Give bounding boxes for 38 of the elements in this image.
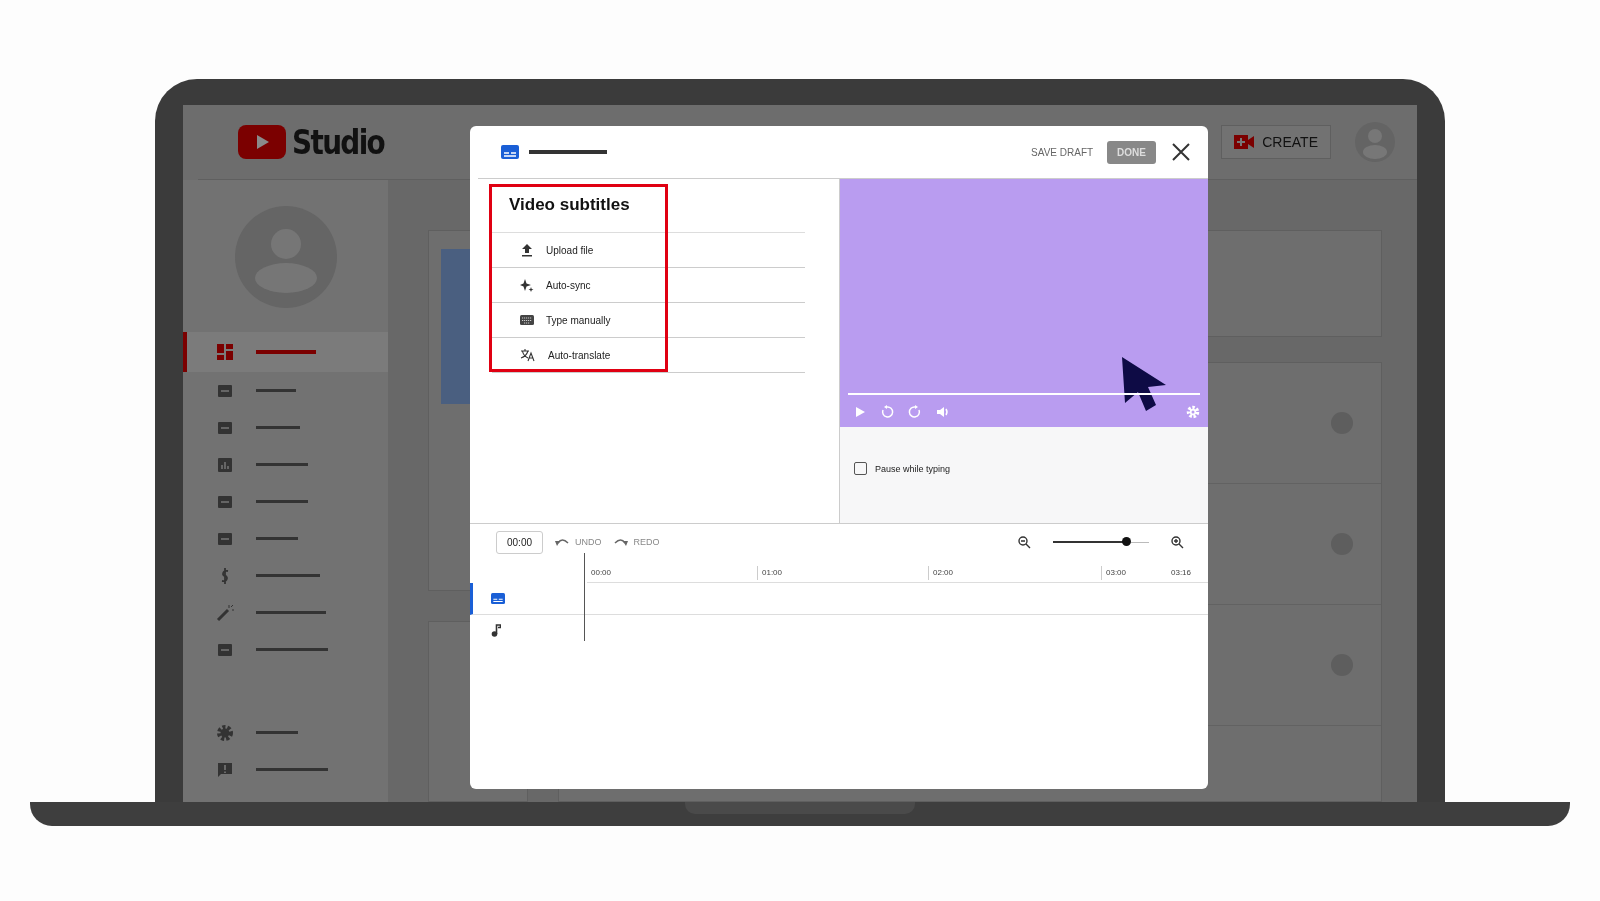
- undo-button[interactable]: UNDO: [555, 537, 602, 547]
- logo-text: Studio: [292, 122, 385, 162]
- volume-icon[interactable]: [936, 405, 950, 419]
- checkbox-label: Pause while typing: [875, 463, 951, 474]
- time-tick: 03:00: [1101, 566, 1127, 580]
- save-draft-button[interactable]: SAVE DRAFT: [1027, 142, 1098, 162]
- forward-icon[interactable]: [908, 405, 922, 419]
- redo-icon: [613, 537, 628, 547]
- upload-icon: [520, 243, 534, 257]
- feedback-icon: [216, 760, 234, 779]
- camera-plus-icon: [1234, 135, 1255, 149]
- close-icon[interactable]: [1172, 143, 1190, 161]
- time-tick: 02:00: [928, 566, 954, 580]
- settings-icon: [216, 723, 234, 742]
- pointer-icon: [1120, 355, 1168, 413]
- time-field[interactable]: 00:00: [496, 530, 544, 554]
- play-icon[interactable]: [854, 406, 866, 418]
- undo-icon: [555, 537, 570, 547]
- subtitles-icon: [501, 145, 519, 159]
- time-tick: 00:00: [590, 567, 612, 579]
- play-logo-icon: [238, 125, 286, 159]
- subtitles-icon: [491, 593, 505, 604]
- menu-title: Video subtitles: [509, 195, 630, 215]
- time-tick: 03:16: [1170, 567, 1192, 579]
- create-button[interactable]: CREATE: [1221, 125, 1331, 159]
- nav-item[interactable]: [183, 332, 388, 372]
- timeline-track[interactable]: [470, 583, 1208, 615]
- redo-button[interactable]: REDO: [613, 537, 660, 547]
- music-note-icon: [491, 624, 501, 637]
- keyboard-icon: [520, 314, 534, 326]
- time-tick: 01:00: [757, 566, 783, 580]
- zoom-in-icon[interactable]: [1171, 535, 1184, 549]
- checkbox[interactable]: [854, 462, 867, 475]
- settings-icon[interactable]: [1186, 405, 1200, 419]
- rewind-icon[interactable]: [880, 405, 894, 419]
- translate-icon: [520, 348, 536, 362]
- zoom-out-icon[interactable]: [1018, 535, 1031, 549]
- sparkle-icon: [520, 278, 534, 292]
